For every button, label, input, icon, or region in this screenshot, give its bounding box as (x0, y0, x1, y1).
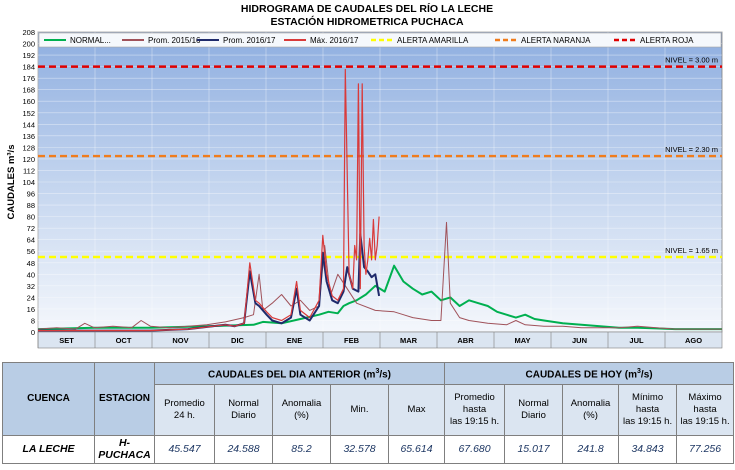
header-normal: Normal Diario (214, 384, 273, 436)
y-tick-label: 168 (22, 86, 35, 95)
cell-max: 65.614 (387, 434, 446, 465)
header-estacion: ESTACION (94, 362, 155, 436)
cell-promedio: 45.547 (154, 434, 215, 465)
header-maximo-l2: las 19:15 h. (680, 415, 730, 427)
unit-suffix: /s) (379, 369, 392, 381)
y-tick-label: 72 (27, 224, 35, 233)
header-today-text: CAUDALES DE HOY (m (525, 369, 638, 381)
chart-title: HIDROGRAMA DE CAUDALES DEL RÍO LA LECHE (241, 2, 493, 15)
cell-anomalia-today: 241.8 (562, 434, 620, 465)
header-minimo-l1: Mínimo hasta (631, 391, 664, 415)
header-minimo-l2: las 19:15 h. (622, 415, 673, 427)
y-tick-label: 104 (22, 178, 35, 187)
legend-label: ALERTA ROJA (640, 36, 694, 45)
header-minimo: Mínimo hasta las 19:15 h. (618, 384, 678, 436)
y-tick-label: 144 (22, 120, 35, 129)
cell-normal: 24.588 (214, 434, 273, 465)
y-tick-label: 80 (27, 213, 35, 222)
header-previous-day: CAUDALES DEL DIA ANTERIOR (m3/s) (153, 361, 446, 386)
y-tick-label: 0 (31, 328, 35, 337)
legend-label: ALERTA AMARILLA (397, 36, 469, 45)
legend-label: ALERTA NARANJA (521, 36, 591, 45)
month-label-feb: FEB (344, 336, 360, 345)
y-tick-label: 184 (22, 63, 35, 72)
month-label-dic: DIC (231, 336, 245, 345)
y-tick-label: 176 (22, 74, 35, 83)
legend-label: Prom. 2015/16 (148, 36, 201, 45)
cell-maximo: 77.256 (676, 434, 735, 465)
header-promedio: Promedio 24 h. (154, 384, 215, 436)
y-tick-label: 136 (22, 132, 35, 141)
header-prom-hasta-l1: Promedio hasta (454, 391, 495, 415)
y-tick-label: 56 (27, 247, 35, 256)
y-tick-label: 208 (22, 28, 35, 37)
y-tick-label: 16 (27, 305, 35, 314)
cell-estacion: H-PUCHACA (94, 434, 155, 465)
y-tick-label: 96 (27, 190, 35, 199)
y-tick-label: 48 (27, 259, 35, 268)
month-label-jul: JUL (629, 336, 644, 345)
y-tick-label: 112 (23, 166, 35, 175)
header-prom-hasta: Promedio hasta las 19:15 h. (444, 384, 506, 436)
month-label-abr: ABR (457, 336, 474, 345)
month-label-set: SET (59, 336, 74, 345)
alert-level-label: NIVEL = 1.65 m (665, 246, 718, 255)
y-tick-label: 64 (27, 236, 35, 245)
y-tick-label: 120 (22, 155, 35, 164)
y-tick-label: 8 (31, 316, 35, 325)
header-promedio-l1: Promedio (164, 397, 205, 409)
chart-subtitle: ESTACIÓN HIDROMETRICA PUCHACA (270, 15, 463, 28)
cell-prom-hasta: 67.680 (444, 434, 506, 465)
header-promedio-l2: 24 h. (173, 409, 196, 421)
header-normal-today: Normal Diario (504, 384, 564, 436)
hydrograph-chart: HIDROGRAMA DE CAUDALES DEL RÍO LA LECHE … (6, 2, 723, 349)
cell-cuenca: LA LECHE (2, 434, 95, 465)
unit-suffix: /s) (640, 369, 653, 381)
cell-normal-today: 15.017 (504, 434, 564, 465)
cell-anomalia: 85.2 (272, 434, 331, 465)
header-prom-hasta-l2: las 19:15 h. (449, 415, 500, 427)
y-tick-label: 88 (27, 201, 35, 210)
flow-summary-table: CUENCA ESTACION CAUDALES DEL DIA ANTERIO… (2, 361, 735, 465)
header-max: Max (387, 384, 446, 436)
y-tick-label: 128 (22, 143, 35, 152)
cell-minimo: 34.843 (618, 434, 678, 465)
month-label-ene: ENE (287, 336, 302, 345)
header-maximo: Máximo hasta las 19:15 h. (676, 384, 735, 436)
y-axis-label: CAUDALES m³/s (6, 145, 17, 220)
month-label-nov: NOV (172, 336, 188, 345)
month-label-ago: AGO (685, 336, 702, 345)
y-tick-label: 160 (22, 97, 35, 106)
legend-label: NORMAL... (70, 36, 111, 45)
y-tick-label: 200 (22, 40, 35, 49)
header-maximo-l1: Máximo hasta (688, 391, 722, 415)
alert-level-label: NIVEL = 3.00 m (665, 56, 718, 65)
header-min: Min. (330, 384, 389, 436)
legend-label: Máx. 2016/17 (310, 36, 359, 45)
header-previous-day-text: CAUDALES DEL DIA ANTERIOR (m (208, 369, 376, 381)
month-label-may: MAY (515, 336, 531, 345)
header-anomalia-today: Anomalia (%) (562, 384, 620, 436)
month-label-jun: JUN (572, 336, 587, 345)
header-today: CAUDALES DE HOY (m3/s) (444, 361, 735, 386)
header-cuenca: CUENCA (2, 362, 95, 436)
y-tick-label: 40 (27, 270, 35, 279)
alert-level-label: NIVEL = 2.30 m (665, 145, 718, 154)
y-tick-label: 152 (22, 109, 35, 118)
cell-min: 32.578 (330, 434, 389, 465)
legend-label: Prom. 2016/17 (223, 36, 276, 45)
y-tick-label: 192 (22, 51, 35, 60)
month-label-mar: MAR (400, 336, 418, 345)
header-anomalia: Anomalia (%) (272, 384, 331, 436)
y-tick-label: 32 (27, 282, 35, 291)
month-label-oct: OCT (116, 336, 132, 345)
y-tick-label: 24 (27, 293, 35, 302)
